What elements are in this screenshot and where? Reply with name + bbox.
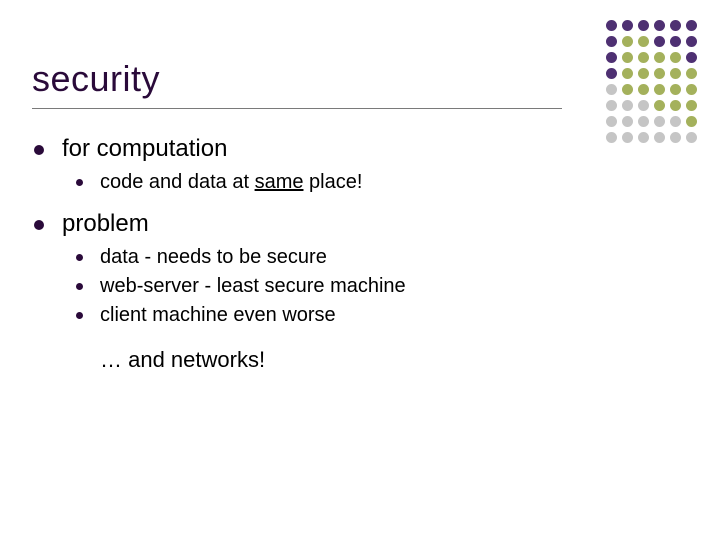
- dot: [686, 116, 697, 127]
- dot: [654, 116, 665, 127]
- dot: [654, 52, 665, 63]
- dot: [606, 36, 617, 47]
- underlined-word: same: [255, 171, 304, 193]
- dot: [622, 84, 633, 95]
- dot: [606, 68, 617, 79]
- decorative-dot-grid: [604, 18, 698, 144]
- dot: [638, 132, 649, 143]
- dot: [654, 20, 665, 31]
- dot: [606, 52, 617, 63]
- dot: [686, 36, 697, 47]
- dot: [622, 52, 633, 63]
- sub-bullet: data - needs to be secure: [74, 244, 592, 271]
- slide-body: for computation code and data at same pl…: [32, 135, 592, 385]
- dot: [654, 100, 665, 111]
- dot: [638, 52, 649, 63]
- dot: [622, 116, 633, 127]
- dot: [686, 132, 697, 143]
- dot: [654, 36, 665, 47]
- text-fragment: place!: [303, 171, 362, 193]
- dot: [686, 52, 697, 63]
- dot: [670, 116, 681, 127]
- dot: [606, 116, 617, 127]
- dot: [622, 132, 633, 143]
- dot: [670, 132, 681, 143]
- dot: [670, 68, 681, 79]
- dot: [686, 84, 697, 95]
- dot: [686, 100, 697, 111]
- dot: [670, 36, 681, 47]
- text-fragment: code and data at: [100, 171, 255, 193]
- dot: [670, 84, 681, 95]
- dot: [622, 68, 633, 79]
- dot: [654, 84, 665, 95]
- dot: [622, 36, 633, 47]
- bullet-label: for computation: [62, 135, 227, 162]
- sub-bullet: code and data at same place!: [74, 169, 592, 196]
- bullet-for-computation: for computation code and data at same pl…: [32, 135, 592, 196]
- slide-title: security: [32, 58, 160, 100]
- dot: [638, 36, 649, 47]
- dot: [638, 116, 649, 127]
- dot: [638, 84, 649, 95]
- dot: [638, 20, 649, 31]
- dot: [654, 68, 665, 79]
- dot: [606, 100, 617, 111]
- dot: [622, 100, 633, 111]
- sub-bullet: web-server - least secure machine: [74, 273, 592, 300]
- title-underline: [32, 108, 562, 109]
- dot: [606, 132, 617, 143]
- dot: [622, 20, 633, 31]
- dot: [686, 68, 697, 79]
- bullet-problem: problem data - needs to be secure web-se…: [32, 210, 592, 373]
- dot: [638, 100, 649, 111]
- dot: [638, 68, 649, 79]
- dot: [670, 100, 681, 111]
- dot: [606, 84, 617, 95]
- dot: [670, 20, 681, 31]
- dot: [606, 20, 617, 31]
- bullet-label: problem: [62, 210, 149, 237]
- sub-bullet: client machine even worse: [74, 302, 592, 329]
- dot: [654, 132, 665, 143]
- dot: [670, 52, 681, 63]
- trailer-text: … and networks!: [62, 347, 592, 373]
- dot: [686, 20, 697, 31]
